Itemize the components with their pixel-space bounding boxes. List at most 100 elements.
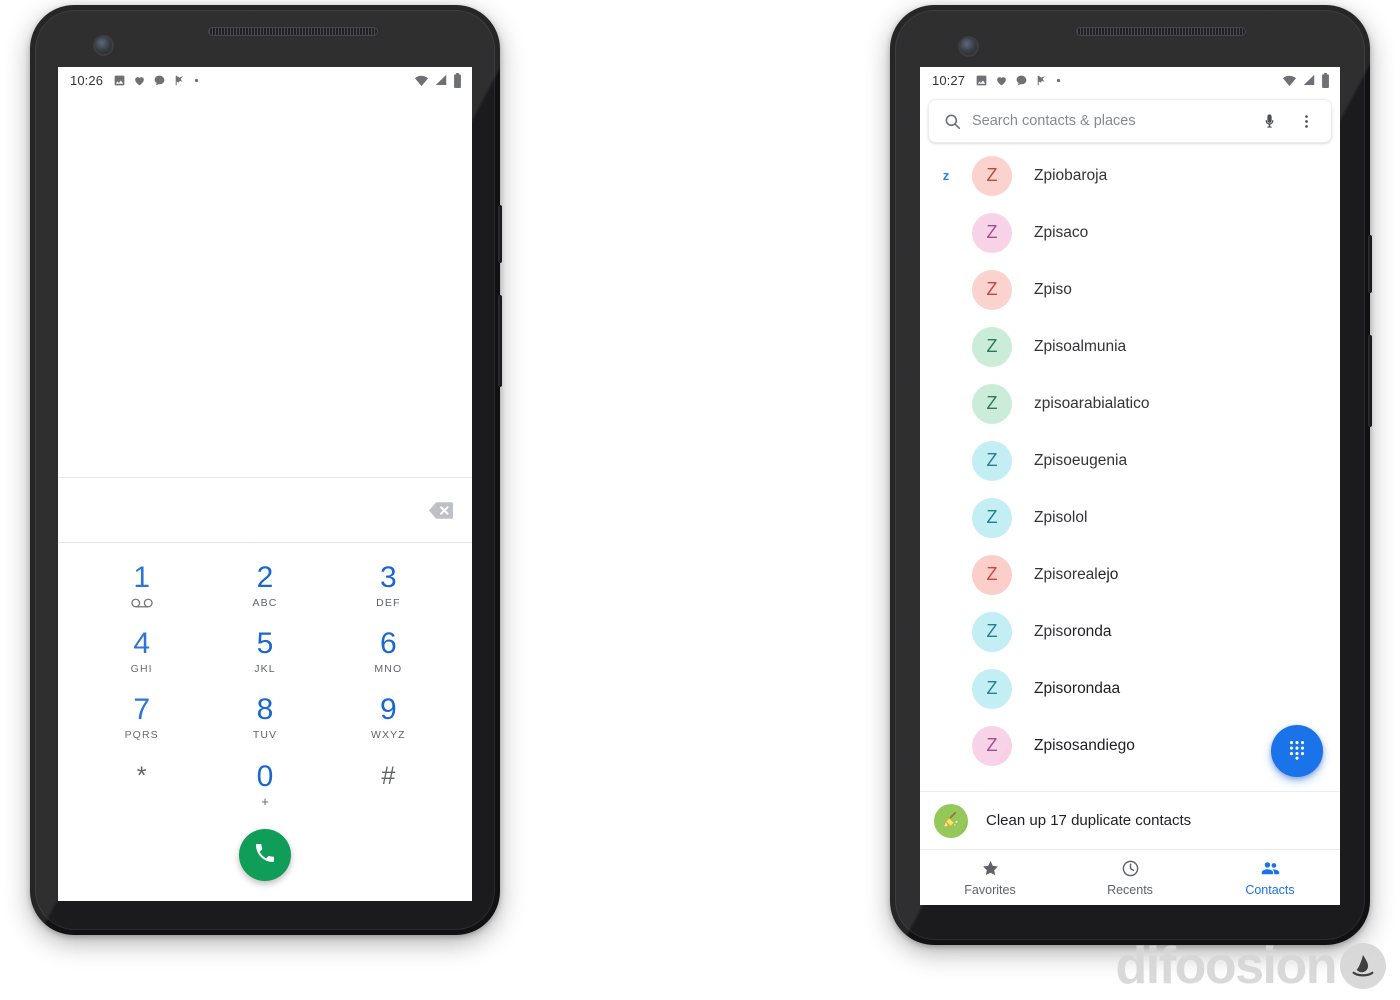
dialpad-key-star[interactable]: * xyxy=(80,751,203,817)
battery-icon xyxy=(1321,72,1330,88)
power-button-left-phone[interactable] xyxy=(498,205,502,263)
call-button[interactable] xyxy=(239,829,291,881)
power-button-right-phone[interactable] xyxy=(1368,235,1372,293)
contact-avatar: Z xyxy=(972,326,1012,367)
dialpad-key-hash[interactable]: # xyxy=(327,751,450,817)
heart-icon xyxy=(995,74,1008,87)
dialpad-key-9[interactable]: 9 WXYZ xyxy=(327,685,450,751)
contact-name: Zpisorondaa xyxy=(1034,679,1121,697)
nav-tab-recents[interactable]: Recents xyxy=(1060,850,1200,905)
contact-name: Zpisosandiego xyxy=(1034,736,1135,754)
dialpad-key-0[interactable]: 0 + xyxy=(203,751,326,817)
backspace-button[interactable] xyxy=(426,499,456,521)
key-digit: * xyxy=(136,761,147,790)
search-bar-container: Search contacts & places xyxy=(920,93,1340,147)
dialpad-key-3[interactable]: 3 DEF xyxy=(327,553,450,619)
open-dialpad-fab[interactable] xyxy=(1271,725,1323,777)
key-letters: + xyxy=(261,794,269,809)
more-vertical-icon[interactable] xyxy=(1296,113,1321,130)
watermark-text: difoosion xyxy=(1115,937,1338,995)
search-input[interactable]: Search contacts & places xyxy=(972,113,1243,129)
contact-name: Zpiso xyxy=(1034,280,1072,298)
key-letters: PQRS xyxy=(124,729,159,741)
key-digit: 6 xyxy=(379,627,397,660)
difoosion-logo-icon xyxy=(1340,943,1386,989)
wifi-icon xyxy=(1282,73,1297,88)
contact-list-item[interactable]: Z Zpisaco xyxy=(920,204,1340,261)
phone-device-left: 10:26 1 2 ABC 3 DEF 4 GHI 5 JKL 6 MNO 7 … xyxy=(30,5,502,935)
contact-list-item[interactable]: Z Zpisolol xyxy=(920,489,1340,546)
status-bar-right: 10:27 xyxy=(920,67,1340,93)
contact-name: Zpisorealejo xyxy=(1034,565,1119,583)
clock-icon xyxy=(1121,859,1140,879)
contact-avatar: Z xyxy=(972,497,1012,538)
key-letters: WXYZ xyxy=(370,729,406,741)
volume-button-left-phone[interactable] xyxy=(498,295,502,387)
dialpad-icon xyxy=(1286,738,1308,765)
dialed-number-field[interactable] xyxy=(58,477,472,543)
dialpad-key-4[interactable]: 4 GHI xyxy=(80,619,203,685)
contacts-list[interactable]: z Z Zpiobaroja Z Zpisaco Z Zpiso Z Zpisoalmunia Z… xyxy=(920,147,1340,791)
phone-device-right: 10:27 Search contacts & places z Z Zpiob… xyxy=(890,5,1372,945)
flag-icon xyxy=(173,74,186,87)
chat-bubble-icon xyxy=(153,74,166,87)
key-letters: MNO xyxy=(374,663,403,675)
key-digit: 8 xyxy=(256,693,274,726)
contact-avatar: Z xyxy=(972,383,1012,424)
status-bar-clock: 10:27 xyxy=(932,72,966,88)
key-digit: 2 xyxy=(256,561,274,594)
key-digit: 7 xyxy=(133,693,150,726)
dot-icon xyxy=(193,77,200,84)
status-bar-notification-icons xyxy=(975,74,1062,87)
nav-tab-contacts[interactable]: Contacts xyxy=(1200,850,1340,905)
contact-list-item[interactable]: Zzpisoarabialatico xyxy=(920,375,1340,432)
key-letters: GHI xyxy=(130,663,153,675)
nav-tab-favorites[interactable]: Favorites xyxy=(920,850,1060,905)
dialpad-key-5[interactable]: 5 JKL xyxy=(203,619,326,685)
key-digit: 0 xyxy=(256,760,274,793)
contact-list-item[interactable]: Z Zpisoeugenia xyxy=(920,432,1340,489)
contact-name: Zpisaco xyxy=(1034,223,1089,241)
contact-avatar: Z xyxy=(972,155,1012,196)
key-letters: TUV xyxy=(252,729,278,741)
phone-handset-icon xyxy=(253,841,277,870)
earpiece-speaker xyxy=(208,27,378,36)
dialpad-key-7[interactable]: 7 PQRS xyxy=(80,685,203,751)
key-digit: # xyxy=(381,761,396,790)
contact-list-item[interactable]: Z Zpisorealejo xyxy=(920,546,1340,603)
status-bar-system-icons xyxy=(414,72,462,88)
contact-list-item[interactable]: Z Zpisoalmunia xyxy=(920,318,1340,375)
contact-list-item[interactable]: z Z Zpiobaroja xyxy=(920,147,1340,204)
earpiece-speaker xyxy=(1076,27,1246,36)
contact-name: Zpisoeugenia xyxy=(1034,451,1128,469)
status-bar-clock: 10:26 xyxy=(70,72,104,88)
status-bar-system-icons xyxy=(1282,72,1330,88)
search-icon xyxy=(943,112,962,131)
dialpad-keypad: 1 2 ABC 3 DEF 4 GHI 5 JKL 6 MNO 7 PQRS 8… xyxy=(58,543,472,817)
wifi-icon xyxy=(414,73,429,88)
dialpad-key-2[interactable]: 2 ABC xyxy=(203,553,326,619)
contact-list-item[interactable]: Z Zpisorondaa xyxy=(920,660,1340,717)
contact-list-item[interactable]: Z Zpiso xyxy=(920,261,1340,318)
dialpad-key-8[interactable]: 8 TUV xyxy=(203,685,326,751)
screen-right: 10:27 Search contacts & places z Z Zpiob… xyxy=(920,67,1340,905)
front-camera-icon xyxy=(960,38,977,55)
contact-name: Zpisolol xyxy=(1034,508,1088,526)
dialpad-key-1[interactable]: 1 xyxy=(80,553,203,619)
dialpad-key-6[interactable]: 6 MNO xyxy=(327,619,450,685)
contact-avatar: Z xyxy=(972,440,1012,481)
contact-avatar: Z xyxy=(972,725,1012,766)
key-digit: 3 xyxy=(379,561,397,594)
cleanup-duplicates-banner[interactable]: Clean up 17 duplicate contacts xyxy=(920,791,1340,849)
volume-button-right-phone[interactable] xyxy=(1368,335,1372,427)
people-icon xyxy=(1260,859,1281,879)
search-bar[interactable]: Search contacts & places xyxy=(928,99,1332,143)
contact-list-item[interactable]: Z Zpisoronda xyxy=(920,603,1340,660)
front-camera-icon xyxy=(95,37,112,54)
nav-label-contacts: Contacts xyxy=(1245,882,1295,897)
key-digit: 9 xyxy=(379,693,397,726)
key-digit: 4 xyxy=(133,627,150,660)
photo-icon xyxy=(113,74,126,87)
microphone-icon[interactable] xyxy=(1253,113,1286,130)
photo-icon xyxy=(975,74,988,87)
